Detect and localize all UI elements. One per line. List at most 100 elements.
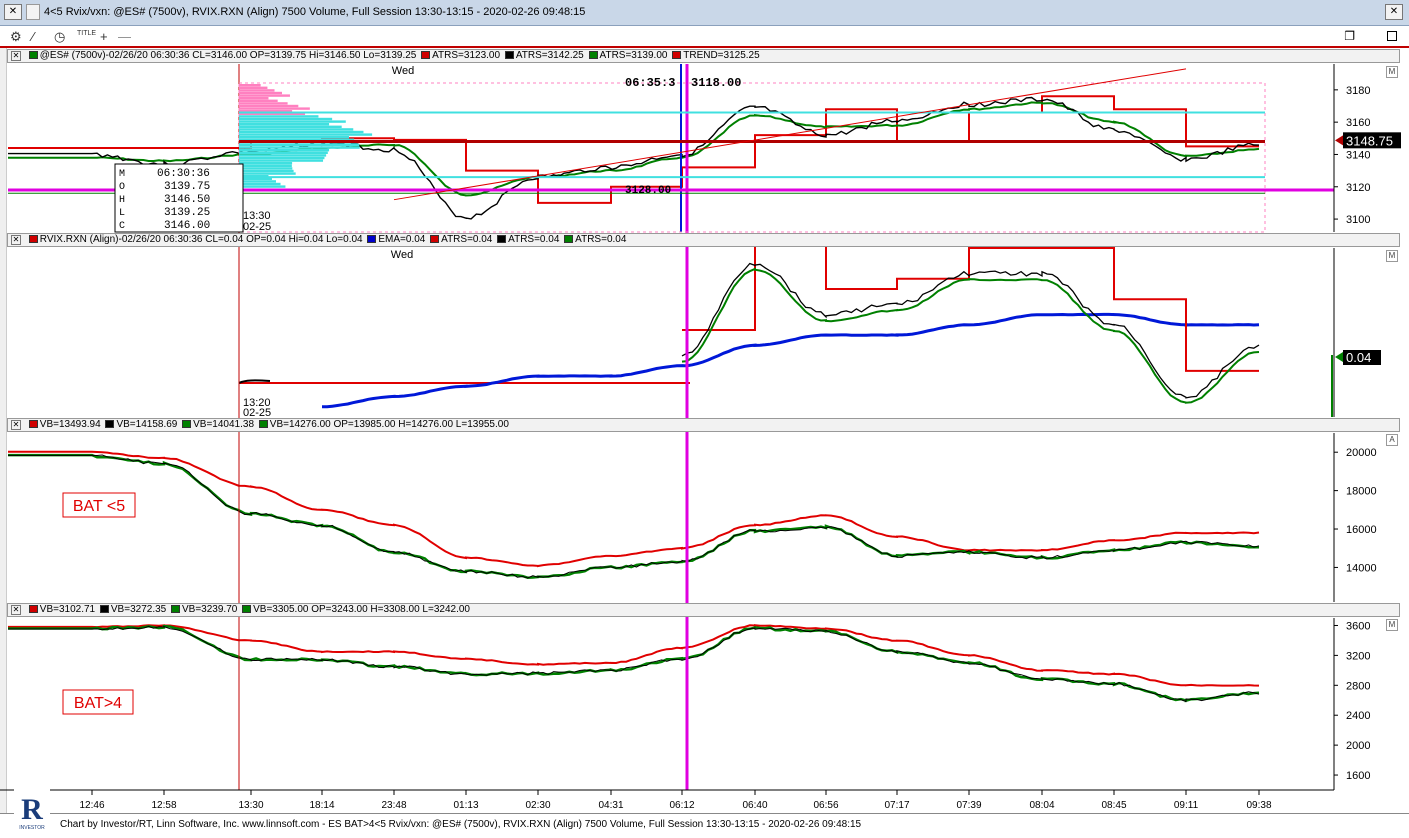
- pane-menu-button[interactable]: M: [1386, 619, 1398, 631]
- header-seg: VB=14041.38: [193, 419, 255, 430]
- logo-text: INVESTOR: [19, 825, 45, 831]
- cursor-time-label: 06:35:3: [625, 76, 675, 90]
- volume-profile-bar: [239, 117, 333, 121]
- volume-profile-bar: [239, 149, 330, 152]
- swatch-red: [28, 420, 38, 429]
- series-bat5-red: [8, 450, 1260, 568]
- header-seg: ATRS=0.04: [575, 234, 627, 245]
- volume-profile-bar: [239, 151, 328, 154]
- ohlc-value: 3139.75: [164, 181, 210, 193]
- header-seg: VB=14276.00 OP=13985.00 H=14276.00 L=139…: [269, 419, 509, 430]
- time-tick-label: 04:31: [598, 800, 623, 811]
- volume-profile-bar: [239, 146, 360, 149]
- ohlc-label: M: [119, 169, 125, 180]
- volume-profile-bar: [239, 169, 294, 173]
- profile-box: [238, 82, 1266, 233]
- volume-profile-bar: [239, 180, 277, 183]
- header-seg: ATRS=0.04: [508, 234, 560, 245]
- volume-profile-bar: [239, 130, 364, 134]
- time-tick-label: 02:30: [525, 800, 550, 811]
- swatch-black: [105, 420, 115, 429]
- time-tick-label: 07:17: [884, 800, 909, 811]
- last-price-arrow: [1335, 352, 1343, 362]
- volume-profile-bar: [239, 84, 261, 87]
- header-seg: VB=13493.94: [39, 419, 101, 430]
- time-tick-label: 12:46: [79, 800, 104, 811]
- header-seg: @ES# (7500v)-02/26/20 06:30:36 CL=3146.0…: [39, 50, 417, 61]
- volume-profile-bar: [239, 185, 286, 188]
- swatch-red: [421, 51, 431, 60]
- ohlc-label: H: [119, 195, 125, 206]
- volume-profile-bar: [239, 154, 327, 157]
- time-tick-label: 18:14: [309, 800, 334, 811]
- time-tick-label: 06:40: [742, 800, 767, 811]
- pane-close-icon[interactable]: ✕: [11, 235, 21, 245]
- side-date-label: 02-25: [243, 221, 271, 233]
- volume-profile-bar: [239, 94, 290, 97]
- volume-profile-bar: [239, 136, 349, 139]
- chart-footer: Chart by Investor/RT, Linn Software, Inc…: [0, 813, 1409, 838]
- time-tick-label: 13:30: [238, 800, 263, 811]
- volume-profile-bar: [239, 89, 275, 92]
- time-tick-label: 09:38: [1246, 800, 1271, 811]
- level-label: 3128.00: [625, 185, 671, 197]
- bat5-label: BAT <5: [73, 498, 125, 515]
- swatch-blue: [367, 235, 377, 244]
- price-tick-label: 3140: [1346, 149, 1370, 161]
- pane-header-bat4: ✕ VB=3102.71 VB=3272.35 VB=3239.70 VB=33…: [7, 603, 1400, 617]
- header-seg: VB=3305.00 OP=3243.00 H=3308.00 L=3242.0…: [253, 604, 470, 615]
- time-tick-label: 07:39: [956, 800, 981, 811]
- pane-menu-button[interactable]: M: [1386, 250, 1398, 262]
- volume-profile-bar: [239, 159, 324, 162]
- volume-profile-bar: [239, 102, 288, 105]
- ohlc-value: 3146.50: [164, 194, 210, 206]
- pane-close-icon[interactable]: ✕: [11, 420, 21, 430]
- price-tick-label: 3120: [1346, 182, 1370, 194]
- header-seg: EMA=0.04: [378, 234, 426, 245]
- pane-header-bat5: ✕ VB=13493.94 VB=14158.69 VB=14041.38 VB…: [7, 418, 1400, 432]
- price-tick-label: 2000: [1346, 740, 1370, 752]
- time-tick-label: 08:45: [1101, 800, 1126, 811]
- volume-profile-bar: [239, 164, 292, 167]
- pane-close-icon[interactable]: ✕: [11, 605, 21, 615]
- header-seg: VB=3239.70: [182, 604, 238, 615]
- volume-profile-bar: [239, 182, 281, 186]
- series-bat5-black: [8, 454, 1260, 579]
- header-seg: ATRS=3142.25: [515, 50, 584, 61]
- pane-menu-button[interactable]: M: [1386, 66, 1398, 78]
- price-tick-label: 14000: [1346, 562, 1377, 574]
- last-price-label: 0.04: [1346, 350, 1371, 365]
- day-label: Wed: [392, 65, 414, 77]
- price-tick-label: 20000: [1346, 447, 1377, 459]
- swatch-green: [588, 51, 598, 60]
- swatch-green: [564, 235, 574, 244]
- price-tick-label: 3600: [1346, 620, 1370, 632]
- header-seg: VB=3272.35: [110, 604, 167, 615]
- last-price-arrow: [1335, 135, 1343, 146]
- volume-profile-bar: [239, 167, 293, 170]
- volume-profile-bar: [239, 107, 310, 110]
- ohlc-label: C: [119, 221, 125, 232]
- volume-profile-bar: [239, 115, 319, 118]
- header-seg: RVIX.RXN (Align)-02/26/20 06:30:36 CL=0.…: [39, 234, 363, 245]
- pane-menu-button[interactable]: A: [1386, 434, 1398, 446]
- series-ema: [322, 312, 1260, 409]
- ohlc-label: L: [119, 208, 125, 219]
- time-tick-label: 12:58: [151, 800, 176, 811]
- series-bat4-red: [8, 624, 1260, 687]
- pane-close-icon[interactable]: ✕: [11, 51, 21, 61]
- swatch-green: [242, 605, 252, 614]
- price-tick-label: 3180: [1346, 85, 1370, 97]
- price-tick-label: 3160: [1346, 117, 1370, 129]
- swatch-green: [171, 605, 180, 614]
- price-tick-label: 2400: [1346, 710, 1370, 722]
- time-tick-label: 06:12: [669, 800, 694, 811]
- swatch-green: [182, 420, 192, 429]
- swatch-green: [258, 420, 268, 429]
- volume-profile-bar: [239, 128, 354, 131]
- volume-profile-bar: [239, 162, 293, 165]
- swatch-black: [99, 605, 109, 614]
- last-price-label: 3148.75: [1346, 133, 1393, 148]
- volume-profile-bar: [239, 143, 360, 147]
- volume-profile-bar: [239, 156, 325, 160]
